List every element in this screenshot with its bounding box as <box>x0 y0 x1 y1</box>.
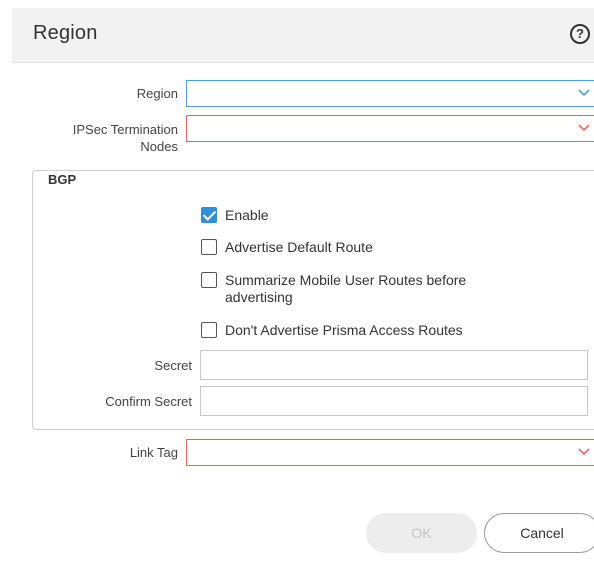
enable-checkbox[interactable] <box>201 207 217 223</box>
dont-advertise-prisma-routes-checkbox[interactable] <box>201 322 217 338</box>
summarize-label-line2: advertising <box>225 289 293 305</box>
region-dialog: Region ? Region IPSec Termination Nodes … <box>0 0 594 569</box>
dialog-header: Region ? <box>12 8 594 63</box>
advertise-default-route-row[interactable]: Advertise Default Route <box>201 239 373 256</box>
region-label: Region <box>136 86 178 101</box>
ok-button[interactable]: OK <box>366 513 477 553</box>
bgp-legend: BGP <box>42 172 83 187</box>
summarize-label-line1: Summarize Mobile User Routes before <box>225 272 467 288</box>
summarize-mobile-user-routes-label: Summarize Mobile User Routes before adve… <box>225 272 466 306</box>
link-tag-select[interactable] <box>186 439 594 466</box>
dont-advertise-prisma-routes-label: Don't Advertise Prisma Access Routes <box>225 322 463 338</box>
advertise-default-route-label: Advertise Default Route <box>225 239 373 255</box>
summarize-mobile-user-routes-row[interactable]: Summarize Mobile User Routes before adve… <box>201 272 466 306</box>
enable-checkbox-row[interactable]: Enable <box>201 207 269 224</box>
chevron-down-icon <box>577 87 591 99</box>
ipsec-label-line1: IPSec Termination <box>72 122 178 137</box>
help-icon[interactable]: ? <box>570 24 590 44</box>
secret-label: Secret <box>154 358 192 373</box>
advertise-default-route-checkbox[interactable] <box>201 239 217 255</box>
chevron-down-icon <box>577 446 591 458</box>
region-select[interactable] <box>186 80 594 107</box>
summarize-mobile-user-routes-checkbox[interactable] <box>201 272 217 288</box>
confirm-secret-input[interactable] <box>200 386 588 416</box>
ipsec-termination-nodes-select[interactable] <box>186 115 594 142</box>
link-tag-label: Link Tag <box>129 445 178 460</box>
confirm-secret-label: Confirm Secret <box>105 394 192 409</box>
dont-advertise-prisma-routes-row[interactable]: Don't Advertise Prisma Access Routes <box>201 322 463 339</box>
ipsec-termination-nodes-label: IPSec Termination Nodes <box>40 121 178 155</box>
enable-label: Enable <box>225 207 269 223</box>
chevron-down-icon <box>577 122 591 134</box>
ipsec-label-line2: Nodes <box>140 139 178 154</box>
secret-input[interactable] <box>200 350 588 380</box>
dialog-title: Region <box>33 22 98 44</box>
cancel-button[interactable]: Cancel <box>484 513 594 553</box>
